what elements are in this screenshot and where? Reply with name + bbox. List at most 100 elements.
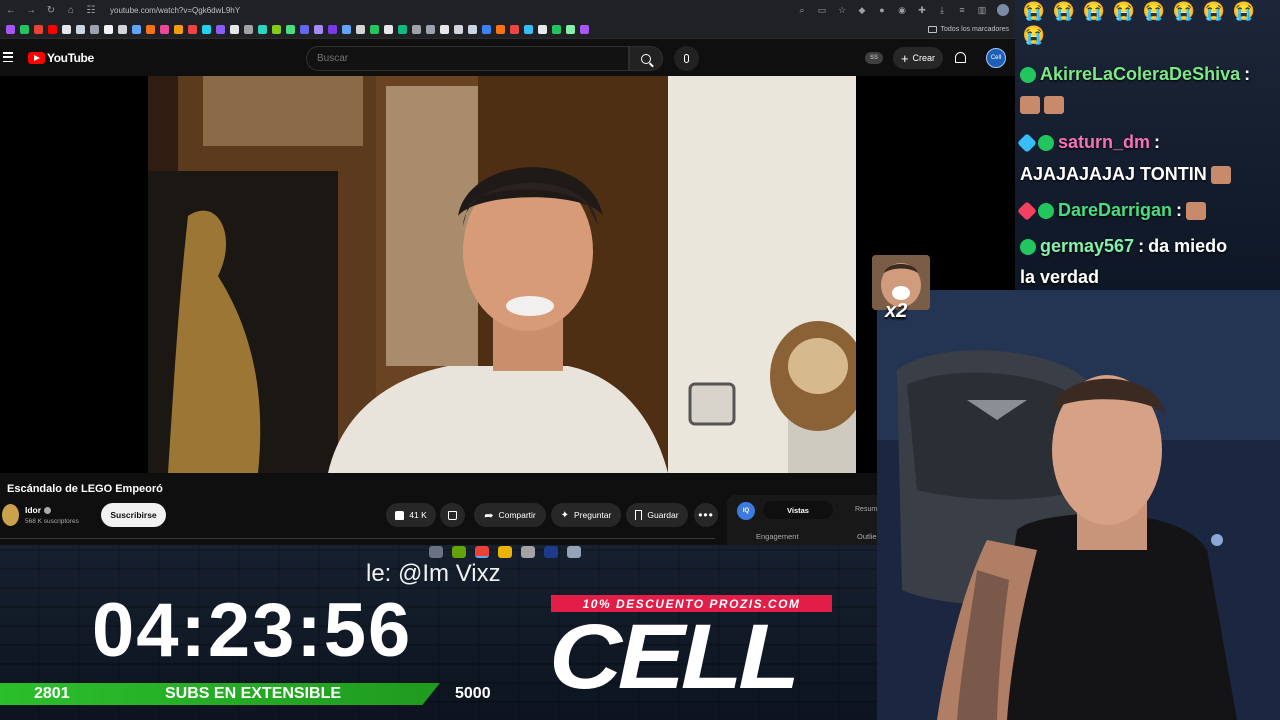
bookmark-icon[interactable] xyxy=(188,24,197,34)
bookmark-icon[interactable] xyxy=(118,24,127,34)
bookmark-icon[interactable] xyxy=(244,24,253,34)
bookmark-icon[interactable] xyxy=(384,24,393,34)
more-actions-button[interactable]: ••• xyxy=(694,503,718,527)
bookmark-icon[interactable] xyxy=(426,24,435,34)
gmail-icon[interactable] xyxy=(34,24,43,34)
taskbar xyxy=(425,543,605,560)
bookmark-icon[interactable] xyxy=(342,24,351,34)
bookmark-icon[interactable] xyxy=(468,24,477,34)
bookmark-icon[interactable] xyxy=(286,24,295,34)
chrome-icon[interactable] xyxy=(475,545,489,558)
video-player[interactable] xyxy=(0,76,1015,473)
crying-emote: 😭 xyxy=(1112,0,1136,21)
bookmark-icon[interactable] xyxy=(552,24,561,34)
chat-username[interactable]: AkirreLaColeraDeShiva xyxy=(1040,64,1240,85)
bookmark-icon[interactable] xyxy=(496,24,505,34)
bookmark-icon[interactable] xyxy=(370,24,379,34)
bookmark-icon[interactable] xyxy=(314,24,323,34)
tab-resumen[interactable]: Resum xyxy=(855,506,877,513)
bookmark-icon[interactable] xyxy=(202,24,211,34)
folder-icon[interactable] xyxy=(498,545,512,558)
extension-icon[interactable]: ◆ xyxy=(857,5,867,16)
chat-username[interactable]: DareDarrigan xyxy=(1058,200,1172,221)
bookmark-icon[interactable] xyxy=(230,24,239,34)
bookmark-icon[interactable] xyxy=(6,24,15,34)
account-avatar[interactable]: Cell xyxy=(986,48,1006,68)
home-icon[interactable]: ⌂ xyxy=(66,5,76,16)
ss-badge[interactable]: SS xyxy=(865,52,883,64)
voice-search-button[interactable] xyxy=(674,46,699,71)
obs-icon[interactable] xyxy=(429,545,443,558)
zoom-icon[interactable]: ⌕ xyxy=(797,5,807,16)
bookmark-icon[interactable] xyxy=(272,24,281,34)
profile-avatar[interactable] xyxy=(997,4,1009,16)
bookmark-icon[interactable] xyxy=(454,24,463,34)
chat-username[interactable]: saturn_dm xyxy=(1058,132,1150,153)
star-icon[interactable]: ☆ xyxy=(837,5,847,16)
app-icon[interactable] xyxy=(567,545,581,558)
bookmark-icon[interactable] xyxy=(398,24,407,34)
bookmark-icon[interactable] xyxy=(412,24,421,34)
youtube-icon[interactable] xyxy=(48,24,57,34)
bookmark-icon[interactable] xyxy=(482,24,491,34)
search-button[interactable] xyxy=(629,46,663,71)
chat-username[interactable]: germay567 xyxy=(1040,236,1134,257)
search-input[interactable] xyxy=(307,47,628,70)
bookmark-icon[interactable] xyxy=(356,24,365,34)
bookmark-icon[interactable] xyxy=(440,24,449,34)
twitch-icon[interactable] xyxy=(216,24,225,34)
bookmark-icon[interactable] xyxy=(258,24,267,34)
extension-icon[interactable]: ● xyxy=(877,5,887,15)
youtube-logo[interactable]: YouTube xyxy=(28,51,94,65)
bookmark-icon[interactable] xyxy=(174,24,183,34)
reload-icon[interactable]: ↻ xyxy=(46,5,56,16)
tab-vistas[interactable]: Vistas xyxy=(763,501,833,519)
bookmark-icon[interactable] xyxy=(524,24,533,34)
screen-icon[interactable]: ▭ xyxy=(817,5,827,16)
notifications-bell-icon[interactable] xyxy=(955,52,966,63)
ask-button[interactable]: ✦ Preguntar xyxy=(551,503,621,527)
media-icon[interactable]: ≡ xyxy=(957,5,967,15)
bookmark-icon[interactable] xyxy=(146,24,155,34)
share-button[interactable]: ➦ Compartir xyxy=(474,503,546,527)
bookmark-icon[interactable] xyxy=(104,24,113,34)
dislike-button[interactable] xyxy=(440,503,465,527)
all-bookmarks-folder[interactable]: Todos los marcadores xyxy=(927,25,1009,33)
extension-icon[interactable]: ◉ xyxy=(897,5,907,16)
back-icon[interactable]: ← xyxy=(6,5,16,16)
forward-icon[interactable]: → xyxy=(26,5,36,16)
video-frame[interactable] xyxy=(148,76,856,473)
bookmark-icon[interactable] xyxy=(300,24,309,34)
instagram-icon[interactable] xyxy=(160,24,169,34)
photoshop-icon[interactable] xyxy=(544,545,558,558)
bookmark-icon[interactable] xyxy=(566,24,575,34)
channel-name-row[interactable]: Idor xyxy=(25,505,52,515)
bookmark-icon[interactable] xyxy=(328,24,337,34)
create-button[interactable]: + Crear xyxy=(893,47,943,69)
download-icon[interactable]: ⤓ xyxy=(937,5,947,16)
puzzle-icon[interactable]: ✚ xyxy=(917,5,927,16)
split-icon[interactable]: ▥ xyxy=(977,5,987,16)
ticker-text: le: @Im Vixz xyxy=(366,560,501,587)
bookmark-icon[interactable] xyxy=(20,24,29,34)
channel-avatar[interactable] xyxy=(2,504,19,526)
channel-name[interactable]: Idor xyxy=(25,505,41,515)
bookmark-icon[interactable] xyxy=(580,24,589,34)
chat-message-body: AJAJAJAJAJ TONTIN xyxy=(1020,164,1231,185)
bookmark-icon[interactable] xyxy=(132,24,141,34)
save-button[interactable]: Guardar xyxy=(626,503,688,527)
x-icon[interactable] xyxy=(62,24,71,34)
extension-logo[interactable]: IQ xyxy=(737,502,755,520)
url-text[interactable]: youtube.com/watch?v=Qgk6dwL9hY xyxy=(110,6,240,15)
bookmark-icon[interactable] xyxy=(538,24,547,34)
bookmark-icon[interactable] xyxy=(90,24,99,34)
bookmark-icon[interactable] xyxy=(510,24,519,34)
site-info-icon[interactable]: ☷ xyxy=(86,5,96,16)
tiktok-icon[interactable] xyxy=(76,24,85,34)
app-icon[interactable] xyxy=(521,545,535,558)
subscribe-button[interactable]: Suscribirse xyxy=(101,503,166,527)
like-button[interactable]: 41 K xyxy=(386,503,436,527)
app-icon[interactable] xyxy=(452,545,466,558)
crying-emote: 😭 xyxy=(1052,0,1076,21)
hamburger-menu-icon[interactable] xyxy=(3,52,13,62)
